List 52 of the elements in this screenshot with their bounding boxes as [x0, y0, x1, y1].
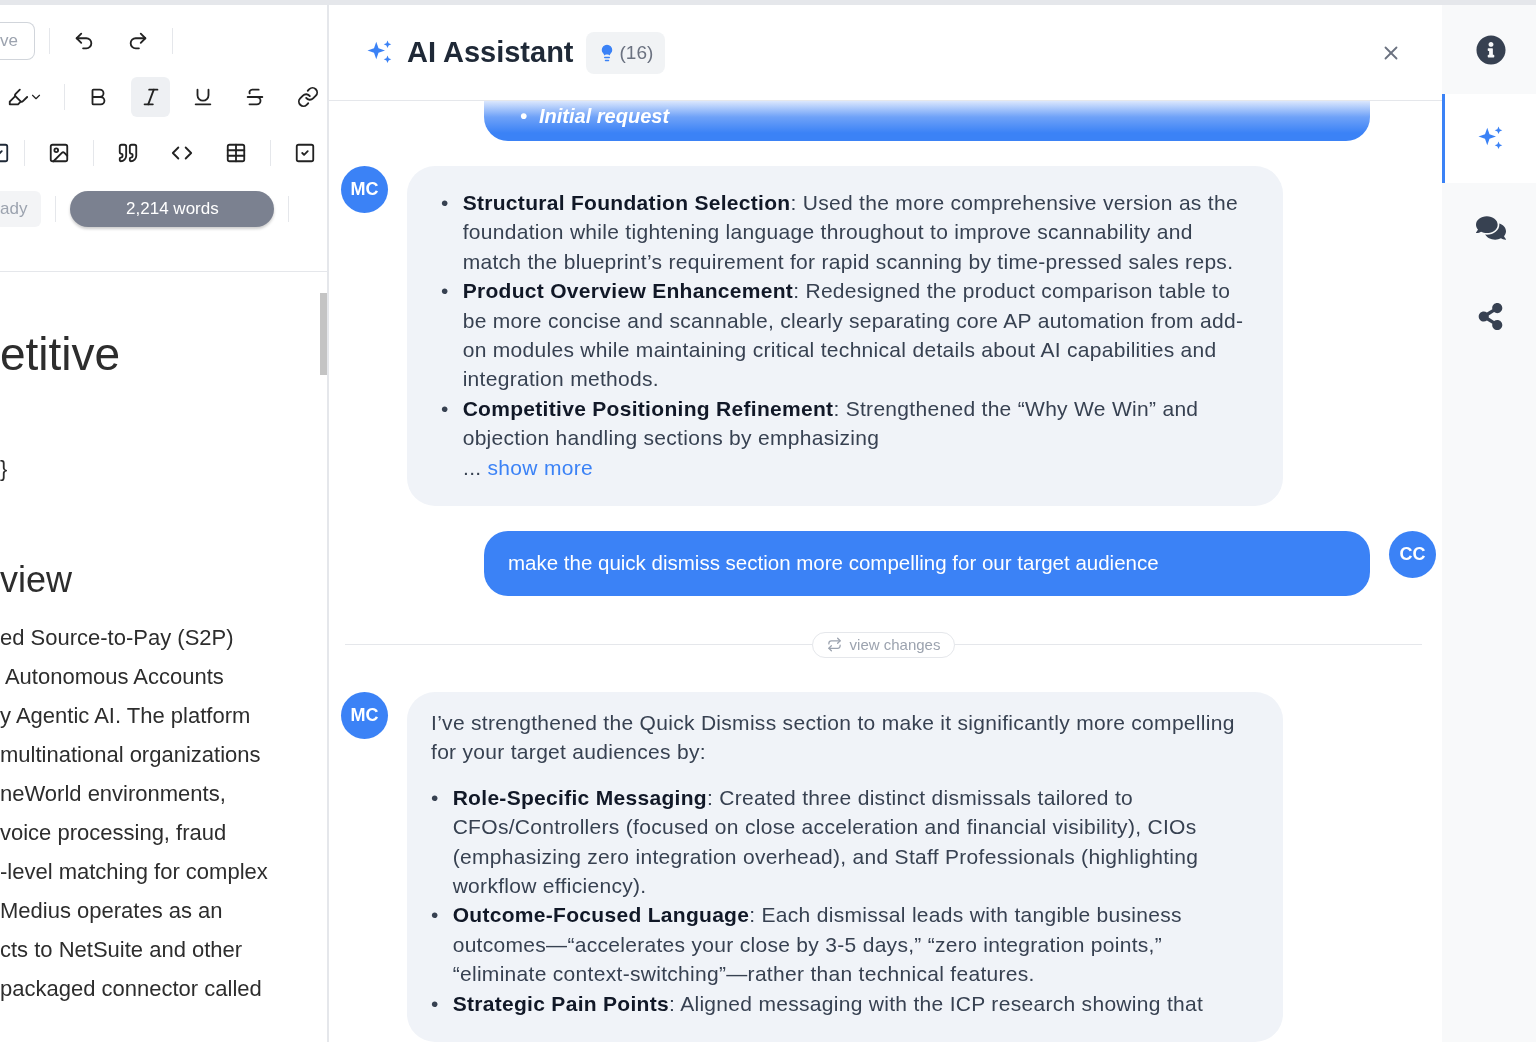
bullet-marker: • — [431, 990, 439, 1017]
bullet-text: Competitive Positioning Refinement: Strengthened the “Why We Win” and objection handling sections by emphasizing — [462, 395, 1200, 452]
bullet-marker: • — [520, 105, 527, 128]
bullet-text: Role-Specific Messaging: Created three distinct dismissals tailored to CFOs/Controllers (focused on close acceleration and financial visibility), CIOs (emphasizing zero integration overhead), and Staff Professionals (highlighting workflow efficiency). — [452, 784, 1200, 899]
scrollbar[interactable] — [320, 293, 327, 375]
document-text: } — [0, 455, 9, 483]
assistant-tab[interactable] — [1442, 94, 1536, 183]
bullet-marker: • — [431, 902, 439, 929]
table-icon — [225, 142, 247, 164]
frame-icon — [294, 142, 316, 164]
italic-button[interactable] — [131, 77, 170, 117]
bullet-text: Structural Foundation Selection: Used the more comprehensive version as the foundation while tightening language throughout to improve scannability and match the blueprint’s requirement for rapid scanning by time-pressed sales reps. — [462, 189, 1239, 275]
word-count: 2,214 words — [70, 191, 275, 227]
share-icon — [1477, 303, 1504, 330]
document-heading: etitive — [0, 327, 122, 382]
bullet-marker: • — [441, 278, 449, 305]
save-button[interactable]: ve — [0, 22, 35, 60]
avatar: CC — [1389, 530, 1436, 578]
body-text-line: neWorld environments, — [0, 780, 227, 808]
panel-title: AI Assistant — [407, 36, 574, 69]
bullet-text: Outcome-Focused Language: Each dismissal leads with tangible business outcomes—“accelerates your close by 3-5 days,” “zero integration points,” “eliminate context-switching”—rather than technical features. — [452, 902, 1183, 988]
message-text: I’ve strengthened the Quick Dismiss section to make it significantly more compelling for your target audiences by: — [431, 709, 1236, 766]
view-changes-button[interactable]: view changes — [811, 631, 956, 658]
body-text-line: Medius operates as an — [0, 897, 224, 925]
body-text-line: ed Source-to-Pay (S2P) — [0, 624, 235, 652]
user-message: make the quick dismiss section more compelling for our target audience — [484, 530, 1370, 596]
link-icon — [296, 86, 319, 108]
bullet-text: Product Overview Enhancement: Redesigned the product comparison table to be more concise and scannable, clearly separating core AP automation from add-on modules while maintaining critical technical details about AI capabilities and integration methods. — [462, 278, 1245, 393]
ellipsis-text: ... — [463, 455, 483, 479]
message-text: Initial request — [539, 105, 670, 128]
body-text-line: packaged connector called — [0, 975, 263, 1003]
image-icon — [48, 142, 70, 164]
compare-icon — [826, 637, 842, 653]
avatar: MC — [341, 691, 388, 739]
section-heading: view — [0, 558, 74, 602]
body-text-line: multinational organizations — [0, 741, 262, 769]
info-icon — [1475, 34, 1506, 65]
show-more-link[interactable]: show more — [487, 455, 593, 479]
bullet-marker: • — [431, 784, 439, 811]
highlighter-icon — [6, 86, 29, 108]
body-text-line: y Agentic AI. The platform — [0, 702, 252, 730]
bullet-marker: • — [441, 395, 449, 422]
body-text-line: Autonomous Accounts — [3, 663, 225, 691]
quote-icon — [117, 142, 139, 164]
body-text-line: voice processing, fraud — [0, 819, 228, 847]
body-text-line: cts to NetSuite and other — [0, 936, 244, 964]
avatar: MC — [341, 165, 388, 213]
body-text-line: -level matching for complex — [0, 858, 269, 886]
bullet-text: Strategic Pain Points: Aligned messaging with the ICP research showing that — [452, 990, 1204, 1017]
count-text: (16) — [619, 41, 654, 64]
status-label: ady — [0, 191, 42, 227]
bullet-marker: • — [441, 189, 449, 216]
